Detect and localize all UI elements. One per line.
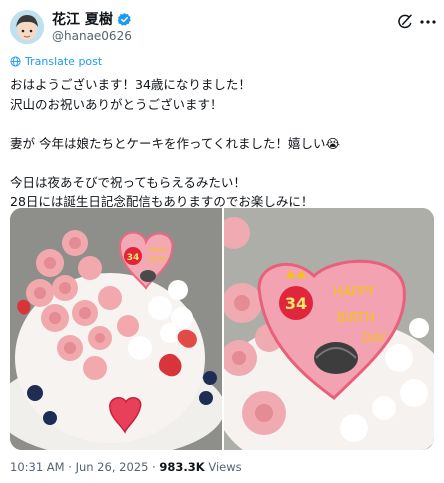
meta-separator: · xyxy=(148,460,160,474)
post-blank-line xyxy=(10,114,434,134)
post-line: おはようございます！34歳になりました！ xyxy=(10,77,251,92)
views-label: Views xyxy=(208,460,242,474)
post-line: 沢山のお祝いありがとうございます！ xyxy=(10,96,223,112)
closeup-happy-text: HAPPY xyxy=(333,285,375,300)
post-media: 34 HAPPY BIRTH 34 HAPPY BIRTH DAY xyxy=(10,208,434,450)
verified-badge-icon xyxy=(117,12,131,26)
grok-icon[interactable] xyxy=(396,13,414,31)
display-name[interactable]: 花江 夏樹 xyxy=(52,9,113,29)
cake-image-full: 34 HAPPY BIRTH xyxy=(10,208,222,450)
cake-photo-full[interactable]: 34 HAPPY BIRTH xyxy=(10,208,222,450)
post-header: 花江 夏樹 @hanae0626 xyxy=(0,0,444,60)
closeup-number-text: 34 xyxy=(285,294,307,313)
closeup-birth-text: BIRTH xyxy=(337,311,376,326)
post-line: 妻が 今年は娘たちとケーキを作ってくれました！嬉しい😭 xyxy=(10,135,341,151)
avatar[interactable] xyxy=(10,10,44,44)
views-count: 983.3K xyxy=(159,460,205,474)
translate-label: Translate post xyxy=(25,55,103,68)
avatar-illustration xyxy=(10,10,44,44)
post-line: 今日は夜あそびで祝ってもらえるみたい！ xyxy=(10,174,246,190)
post-time[interactable]: 10:31 AM xyxy=(10,460,65,474)
post-blank-line xyxy=(10,153,434,173)
cake-photo-closeup[interactable]: 34 HAPPY BIRTH DAY xyxy=(224,208,434,450)
cake-image-closeup: 34 HAPPY BIRTH DAY xyxy=(224,208,434,450)
more-icon[interactable] xyxy=(420,20,436,24)
post-text: おはようございます！34歳になりました！ 沢山のお祝いありがとうございます！ 妻… xyxy=(10,75,434,212)
translate-post-link[interactable]: Translate post xyxy=(10,55,102,68)
post-meta: 10:31 AM · Jun 26, 2025 · 983.3K Views xyxy=(10,460,242,474)
user-handle[interactable]: @hanae0626 xyxy=(52,29,132,43)
globe-icon xyxy=(10,56,21,67)
closeup-day-text: DAY xyxy=(362,331,386,345)
cake-number-text: 34 xyxy=(127,253,140,263)
cake-happy-text: HAPPY xyxy=(148,247,168,254)
cake-birth-text: BIRTH xyxy=(149,256,167,263)
meta-separator: · xyxy=(64,460,76,474)
name-row: 花江 夏樹 xyxy=(52,10,132,28)
post-date[interactable]: Jun 26, 2025 xyxy=(76,460,149,474)
